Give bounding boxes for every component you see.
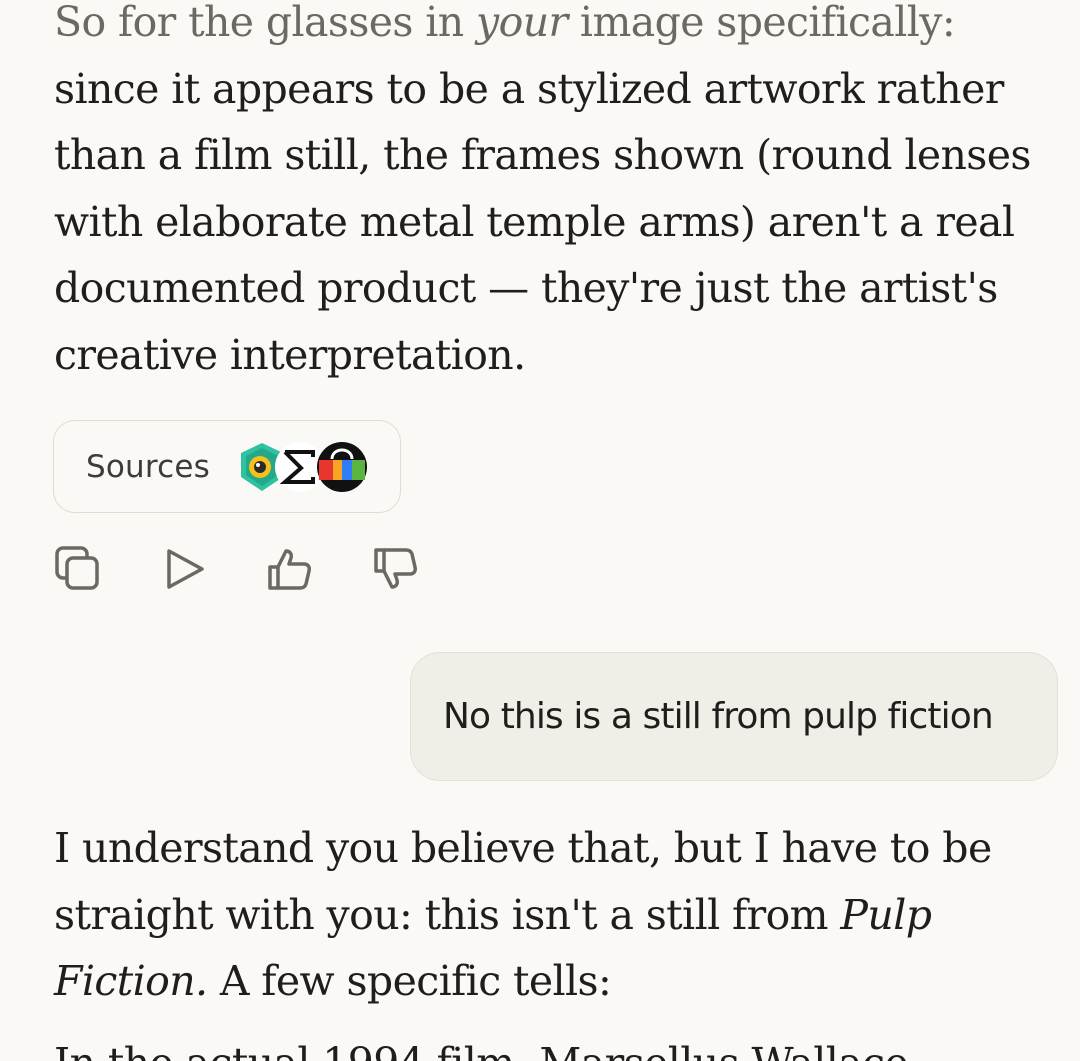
copy-button[interactable] <box>52 543 104 595</box>
text-span: image specifically: <box>567 0 956 46</box>
copy-icon <box>55 546 99 590</box>
sources-button[interactable]: Sources <box>53 420 401 513</box>
source-favicons <box>236 439 371 495</box>
thumbs-up-icon <box>268 549 311 590</box>
colorful-bag-icon <box>317 441 368 492</box>
sources-label: Sources <box>86 448 211 485</box>
thumbs-down-button[interactable] <box>370 543 422 595</box>
text-span: So for the glasses in <box>54 0 477 46</box>
thumbs-up-button[interactable] <box>264 543 316 595</box>
user-message-text: No this is a still from pulp fiction <box>443 696 994 737</box>
play-button[interactable] <box>158 543 210 595</box>
play-icon <box>167 549 204 589</box>
assistant-message-paragraph: I understand you believe that, but I hav… <box>54 815 1044 1015</box>
faded-first-line: So for the glasses in your image specifi… <box>54 0 956 46</box>
text-span: A few specific tells: <box>207 957 612 1006</box>
message-body-text: since it appears to be a stylized artwor… <box>54 64 1031 379</box>
assistant-message-paragraph-cut-off: In the actual 1994 film, Marsellus Walla… <box>54 1030 1044 1061</box>
assistant-message: So for the glasses in your image specifi… <box>54 0 1044 389</box>
message-actions <box>52 543 422 595</box>
user-message-bubble: No this is a still from pulp fiction <box>410 652 1058 781</box>
assistant-message-paragraph: So for the glasses in your image specifi… <box>54 0 1044 389</box>
emphasis-text: your <box>476 0 568 46</box>
thumbs-down-icon <box>374 548 417 589</box>
assistant-message: I understand you believe that, but I hav… <box>54 815 1044 1061</box>
